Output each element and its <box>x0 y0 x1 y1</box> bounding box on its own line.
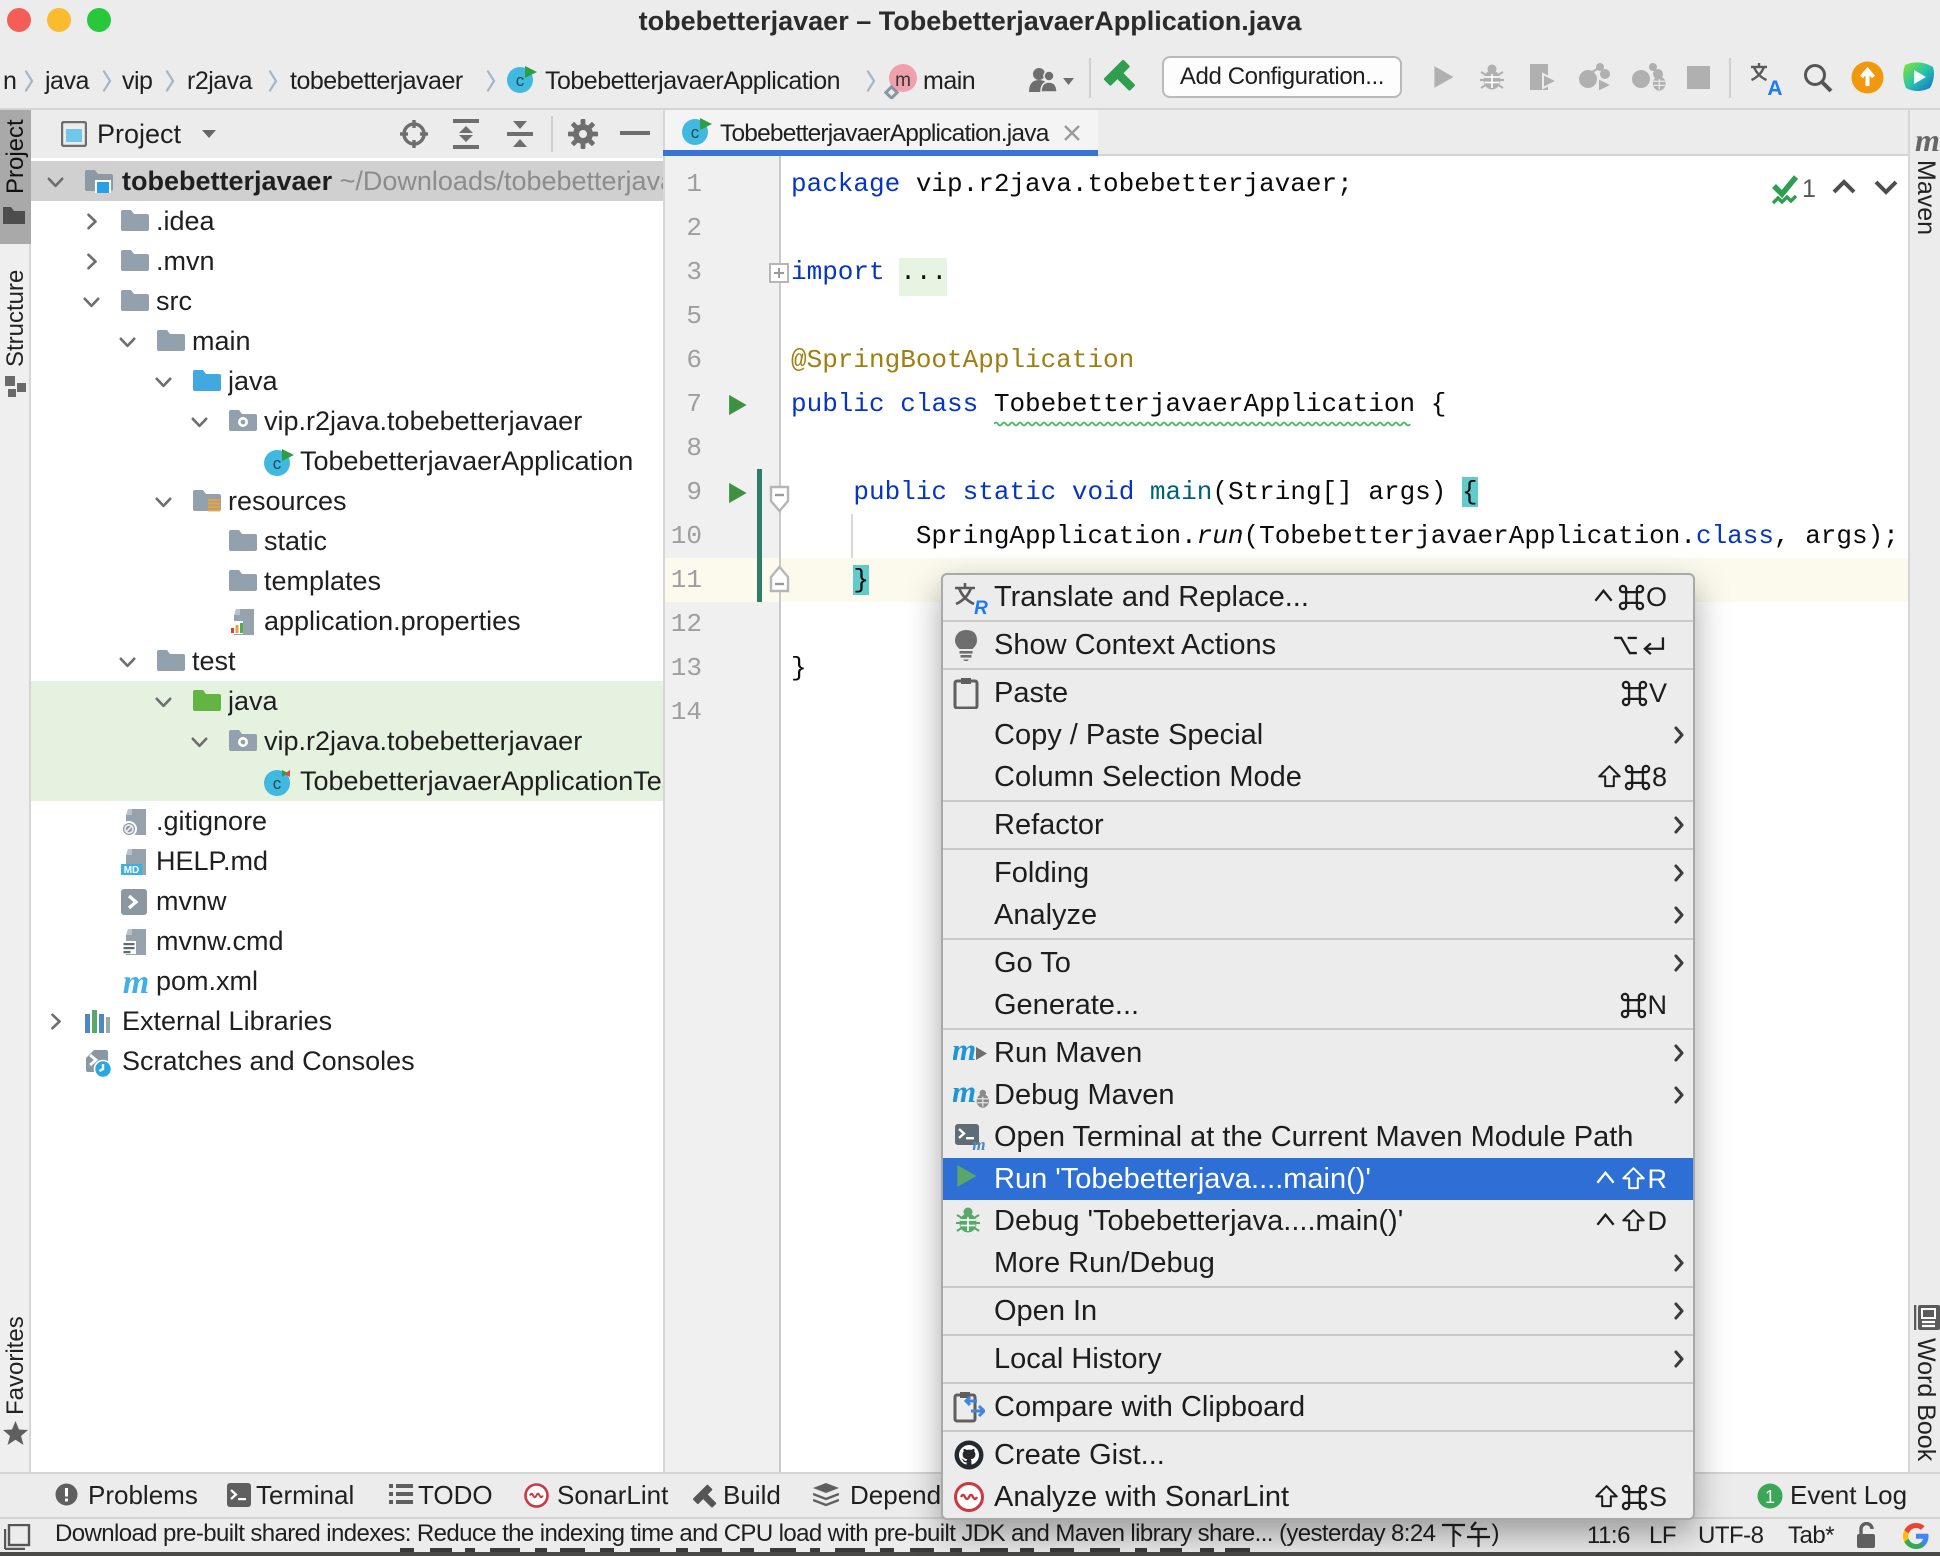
svg-text:c: c <box>516 71 525 90</box>
svg-text:c: c <box>273 454 282 473</box>
svg-text:m: m <box>123 968 149 998</box>
svg-text:m: m <box>972 1135 985 1151</box>
svg-text:R: R <box>974 598 988 615</box>
svg-text:m: m <box>895 70 911 91</box>
svg-text:A: A <box>1767 77 1782 96</box>
svg-text:c: c <box>691 123 700 142</box>
svg-text:m: m <box>953 1037 976 1067</box>
svg-text:1: 1 <box>1765 1487 1775 1507</box>
svg-text:c: c <box>273 774 282 793</box>
svg-text:MD: MD <box>124 865 140 876</box>
svg-text:m: m <box>953 1079 976 1109</box>
